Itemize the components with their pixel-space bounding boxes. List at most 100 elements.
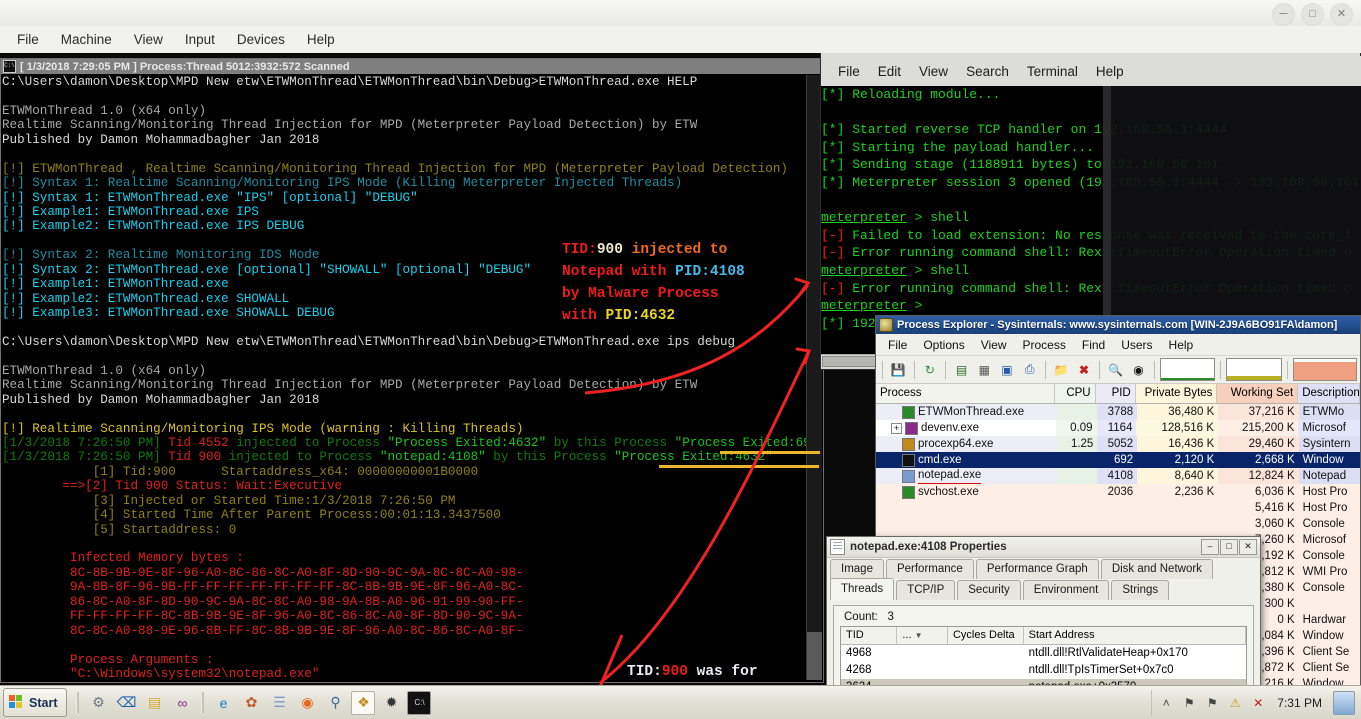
dialog-tabs-row-2[interactable]: Threads TCP/IP Security Environment Strings <box>827 578 1260 600</box>
clock[interactable]: 7:31 PM <box>1273 696 1326 710</box>
procexp-menu-options[interactable]: Options <box>915 336 972 354</box>
grid-header-tid[interactable]: TID <box>841 627 898 644</box>
windows-taskbar[interactable]: Start ⚙ ⌫ ▤ ∞ e ✿ ☰ ◉ ⚲ ❖ ✹ C:\ ˄ ⚑ ⚑ ⚠ ✕ 7:31 PM <box>0 685 1361 719</box>
running-apps-area[interactable]: e ✿ ☰ ◉ ⚲ ❖ ✹ C:\ <box>207 690 435 715</box>
show-hidden-icons[interactable]: ˄ <box>1158 695 1174 711</box>
thread-row[interactable]: 4268 ntdll.dll!TpIsTimerSet+0x7c0 <box>841 662 1246 679</box>
table-row[interactable]: svchost.exe 2036 2,236 K 6,036 K Host Pro <box>876 484 1360 500</box>
network-flag-icon[interactable]: ⚑ <box>1181 695 1197 711</box>
table-row[interactable]: ETWMonThread.exe 3788 36,480 K 37,216 K ETWM… <box>876 404 1360 420</box>
procexp-menu-process[interactable]: Process <box>1015 336 1074 354</box>
process-list-header[interactable]: Process CPU PID Private Bytes Working Set Des… <box>876 384 1360 404</box>
firefox-icon[interactable]: ◉ <box>295 691 319 715</box>
table-row[interactable]: cmd.exe 692 2,120 K 2,668 K Window <box>876 452 1360 468</box>
vbox-menu-help[interactable]: Help <box>296 29 346 50</box>
close-button[interactable]: ✕ <box>1239 539 1257 555</box>
vbox-menu-input[interactable]: Input <box>174 29 226 50</box>
cmd-console-window[interactable]: C:\ [ 1/3/2018 7:29:05 PM ] Process:Thre… <box>0 58 824 683</box>
table-row[interactable]: 5,416 K Host Pro <box>876 500 1360 516</box>
table-row[interactable]: 3,060 K Console <box>876 516 1360 532</box>
terminal-menu-edit[interactable]: Edit <box>869 62 910 81</box>
terminal-menu-terminal[interactable]: Terminal <box>1018 62 1087 81</box>
memory-history-graph[interactable] <box>1226 358 1282 381</box>
close-icon[interactable]: ✕ <box>1330 3 1353 26</box>
terminal-menu-view[interactable]: View <box>910 62 957 81</box>
grid-header--[interactable]: ... ▼ <box>897 627 948 644</box>
tab-environment[interactable]: Environment <box>1022 580 1110 600</box>
tab-security[interactable]: Security <box>957 580 1021 600</box>
column-header-pid[interactable]: PID <box>1095 384 1136 403</box>
vbox-menu-machine[interactable]: Machine <box>50 29 123 50</box>
column-header-description[interactable]: Description <box>1298 384 1360 403</box>
target-icon[interactable]: ◉ <box>1128 358 1149 381</box>
tab-strings[interactable]: Strings <box>1111 580 1170 600</box>
notepad-icon[interactable]: ☰ <box>267 691 291 715</box>
internet-explorer-icon[interactable]: e <box>211 691 235 715</box>
terminal-menu-help[interactable]: Help <box>1087 62 1133 81</box>
tab-threads[interactable]: Threads <box>830 578 895 600</box>
vbox-menu-devices[interactable]: Devices <box>226 29 296 50</box>
cpu-history-graph[interactable] <box>1159 358 1216 381</box>
system-tray[interactable]: ˄ ⚑ ⚑ ⚠ ✕ 7:31 PM <box>1151 689 1361 716</box>
kill-process-icon[interactable]: ✖ <box>1074 358 1095 381</box>
maximize-icon[interactable]: □ <box>1301 3 1324 26</box>
minimize-button[interactable]: – <box>1201 539 1219 555</box>
grid-header-start-address[interactable]: Start Address <box>1024 627 1246 644</box>
tab-disk-and-network[interactable]: Disk and Network <box>1100 559 1213 579</box>
tree-expander[interactable]: + <box>891 422 902 434</box>
visual-studio-icon[interactable]: ∞ <box>170 691 194 715</box>
procexp-menu-file[interactable]: File <box>880 336 915 354</box>
properties-icon[interactable]: ▣ <box>997 358 1018 381</box>
threads-grid-header[interactable]: TID... ▼ Cycles Delta Start Address <box>841 627 1246 645</box>
action-center-icon[interactable]: ⚑ <box>1204 695 1220 711</box>
save-icon[interactable]: 💾 <box>888 358 909 381</box>
column-header-private-bytes[interactable]: Private Bytes <box>1135 384 1218 403</box>
show-desktop-button[interactable] <box>1333 690 1355 715</box>
cmd-icon[interactable]: C:\ <box>407 690 432 715</box>
start-button[interactable]: Start <box>3 688 68 717</box>
folder-icon[interactable]: 📁 <box>1051 358 1072 381</box>
find-window-icon[interactable]: ⎙ <box>1019 358 1040 381</box>
terminal-scrollbar-vertical[interactable] <box>1103 86 1111 354</box>
maximize-button[interactable]: □ <box>1220 539 1238 555</box>
refresh-icon[interactable]: ↻ <box>920 358 941 381</box>
tab-image[interactable]: Image <box>830 559 884 579</box>
thread-row[interactable]: 4968 ntdll.dll!RtlValidateHeap+0x170 <box>841 645 1246 662</box>
table-row[interactable]: procexp64.exe 1.25 5052 16,436 K 29,460 K Sys… <box>876 436 1360 452</box>
dll-view-icon[interactable]: ▦ <box>974 358 995 381</box>
dialog-titlebar[interactable]: notepad.exe:4108 Properties – □ ✕ <box>827 537 1260 558</box>
procexp-icon[interactable]: ❖ <box>351 690 376 715</box>
server-manager-icon[interactable]: ⚙ <box>86 691 110 715</box>
procexp-menu-view[interactable]: View <box>973 336 1015 354</box>
terminal-menu-search[interactable]: Search <box>957 62 1018 81</box>
procexp-menu-help[interactable]: Help <box>1161 336 1202 354</box>
volume-muted-icon[interactable]: ✕ <box>1250 695 1266 711</box>
column-header-working-set[interactable]: Working Set <box>1217 384 1299 403</box>
powershell-icon[interactable]: ⌫ <box>114 691 138 715</box>
vbox-menu-file[interactable]: File <box>6 29 50 50</box>
explorer-icon[interactable]: ▤ <box>142 691 166 715</box>
network-warning-icon[interactable]: ⚠ <box>1227 695 1243 711</box>
table-row[interactable]: notepad.exe 4108 8,640 K 12,824 K Notepad <box>876 468 1360 484</box>
cmd-titlebar[interactable]: C:\ [ 1/3/2018 7:29:05 PM ] Process:Thre… <box>1 59 823 74</box>
minimize-icon[interactable]: ─ <box>1272 3 1295 26</box>
find-handle-icon[interactable]: 🔍 <box>1105 358 1126 381</box>
vbox-menu-view[interactable]: View <box>123 29 174 50</box>
quick-launch-area[interactable]: ⚙ ⌫ ▤ ∞ <box>82 691 198 715</box>
debugger-icon[interactable]: ✹ <box>379 691 403 715</box>
table-row[interactable]: + devenv.exe 0.09 1164 128,516 K 215,200 K Mic… <box>876 420 1360 436</box>
process-explorer-titlebar[interactable]: Process Explorer - Sysinternals: www.sys… <box>876 316 1360 334</box>
grid-header-cycles-delta[interactable]: Cycles Delta <box>948 627 1024 644</box>
tab-tcp-ip[interactable]: TCP/IP <box>896 580 956 600</box>
tab-performance[interactable]: Performance <box>885 559 974 579</box>
cmd-scrollbar-thumb[interactable] <box>807 631 822 680</box>
procexp-menu-users[interactable]: Users <box>1113 336 1160 354</box>
sysinfo-icon[interactable]: ▤ <box>951 358 972 381</box>
terminal-menu-file[interactable]: File <box>829 62 869 81</box>
magnifier-icon[interactable]: ⚲ <box>323 691 347 715</box>
column-header-cpu[interactable]: CPU <box>1054 384 1096 403</box>
paint-icon[interactable]: ✿ <box>239 691 263 715</box>
procexp-menu-find[interactable]: Find <box>1074 336 1113 354</box>
column-header-process[interactable]: Process <box>876 384 1055 403</box>
dialog-tabs-row-1[interactable]: Image Performance Performance Graph Disk an… <box>827 558 1260 579</box>
